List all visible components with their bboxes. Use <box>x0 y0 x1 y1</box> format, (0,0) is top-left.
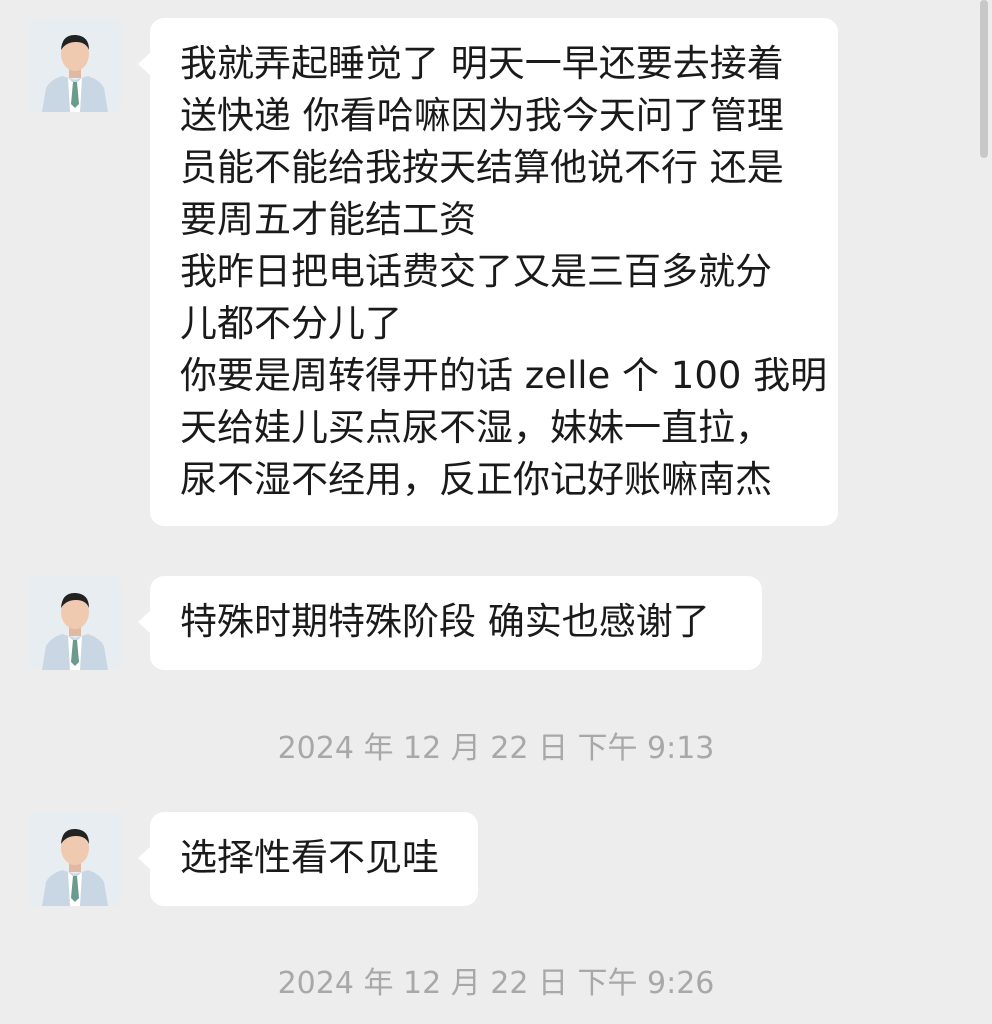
timestamp: 2024 年 12 月 22 日 下午 9:26 <box>277 966 715 1001</box>
avatar[interactable] <box>28 812 122 906</box>
chat-view: 我就弄起睡觉了 明天一早还要去接着 送快递 你看哈嘛因为我今天问了管理 员能不能… <box>0 0 992 1024</box>
message-text: 儿都不分儿了 <box>180 302 402 345</box>
message-text: 尿不湿不经用，反正你记好账嘛南杰 <box>180 458 772 501</box>
message-text: 选择性看不见哇 <box>180 836 439 879</box>
scrollbar[interactable] <box>980 0 988 158</box>
message-text: 我昨日把电话费交了又是三百多就分 <box>180 250 772 293</box>
message-bubble[interactable]: 特殊时期特殊阶段 确实也感谢了 <box>138 576 762 670</box>
message-text: 员能不能给我按天结算他说不行 还是 <box>180 146 784 189</box>
message-text: 我就弄起睡觉了 明天一早还要去接着 <box>180 42 784 85</box>
message-bubble[interactable]: 我就弄起睡觉了 明天一早还要去接着 送快递 你看哈嘛因为我今天问了管理 员能不能… <box>138 18 838 526</box>
message-text: 要周五才能结工资 <box>180 198 476 241</box>
message-text: 天给娃儿买点尿不湿，妹妹一直拉， <box>180 406 772 449</box>
message-text: 特殊时期特殊阶段 确实也感谢了 <box>180 600 710 643</box>
message-bubble[interactable]: 选择性看不见哇 <box>138 812 478 906</box>
message-text: 你要是周转得开的话 zelle 个 100 我明 <box>180 354 828 397</box>
message-text: 送快递 你看哈嘛因为我今天问了管理 <box>180 94 784 137</box>
avatar[interactable] <box>28 576 122 670</box>
avatar[interactable] <box>28 18 122 112</box>
timestamp: 2024 年 12 月 22 日 下午 9:13 <box>277 731 715 766</box>
